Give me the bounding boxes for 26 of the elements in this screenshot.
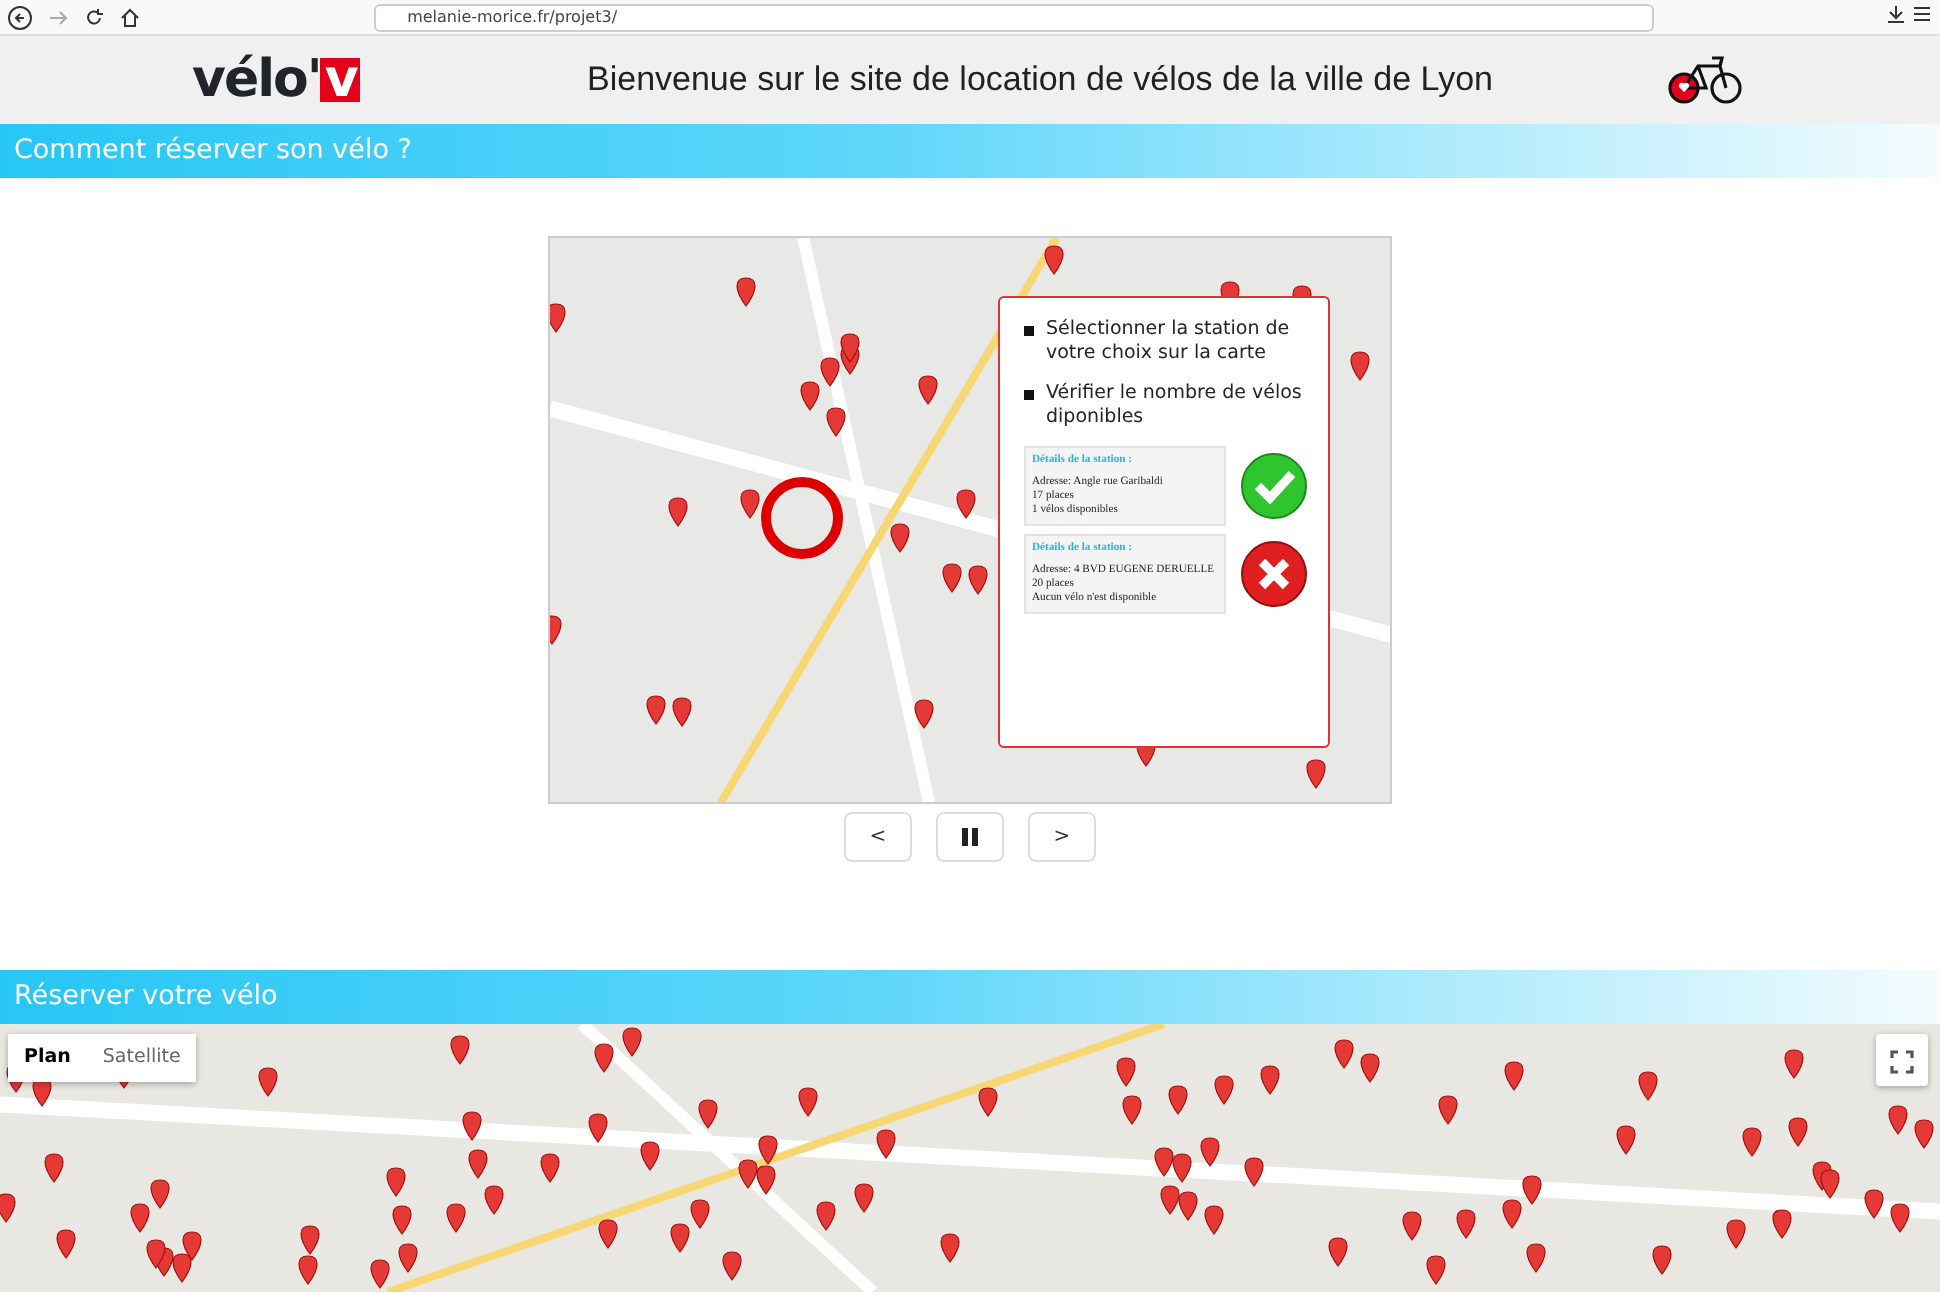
check-icon (1240, 452, 1308, 520)
pause-icon (962, 827, 978, 846)
reload-icon[interactable] (84, 7, 104, 27)
fullscreen-icon (1890, 1049, 1914, 1074)
back-icon[interactable] (8, 5, 32, 29)
section-banner: Réserver votre vélo (0, 970, 1940, 1024)
previous-button[interactable]: < (844, 812, 912, 862)
map-type-tab[interactable]: Satellite (86, 1034, 197, 1083)
fullscreen-button[interactable] (1876, 1034, 1928, 1086)
menu-icon[interactable] (1912, 4, 1932, 25)
bicycle-icon (1668, 54, 1744, 106)
address-bar[interactable]: melanie-morice.fr/projet3/ (373, 3, 1654, 31)
cross-icon (1240, 540, 1308, 608)
highlight-circle (760, 476, 844, 560)
next-button[interactable]: > (1028, 812, 1096, 862)
bullet-icon (1024, 390, 1034, 400)
home-icon[interactable] (120, 7, 140, 27)
pause-button[interactable] (936, 812, 1004, 862)
bullet-icon (1024, 326, 1034, 336)
logo: vélo'v (192, 47, 363, 113)
step-text: Sélectionner la station de votre choix sur la carte (1046, 318, 1292, 366)
map-type-tab[interactable]: Plan (8, 1034, 87, 1083)
section-banner: Comment réserver son vélo ? (0, 124, 1940, 178)
download-icon[interactable] (1886, 4, 1907, 25)
page-title: Bienvenue sur le site de location de vélos de la ville de Lyon (585, 58, 1495, 103)
step-text: Vérifier le nombre de vélos diponibles (1046, 382, 1304, 430)
